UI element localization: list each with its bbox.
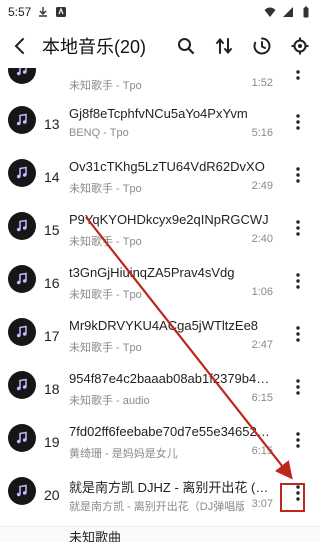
more-vert-icon[interactable]: [290, 68, 306, 84]
song-cover: [8, 212, 36, 240]
song-title: 就是南方凯 DJHZ - 离别开出花 (DJ...: [69, 480, 274, 495]
song-title: Ov31cTKhg5LzTU64VdR62DvXO: [69, 159, 265, 174]
more-vert-icon[interactable]: [290, 322, 306, 346]
download-icon: [37, 6, 49, 18]
song-duration: 3:07: [251, 498, 273, 510]
song-title: P9YqKYOHDkcyx9e2qINpRGCWJ: [69, 212, 269, 227]
more-vert-icon[interactable]: [290, 163, 306, 187]
annotation-highlight-box: [280, 483, 305, 512]
song-title: 954f87e4c2baaab08ab1f2379b45...: [69, 371, 274, 386]
song-number: 14: [44, 169, 60, 185]
wifi-icon: [264, 6, 276, 18]
song-cover: [8, 265, 36, 293]
song-title: Mr9kDRVYKU4ACga5jWTltzEe8: [69, 318, 259, 333]
song-number: 16: [44, 275, 60, 291]
song-artist: 未知歌手 - Tpo: [69, 289, 142, 301]
song-duration: 2:40: [251, 233, 273, 245]
page-title: 本地音乐(20): [42, 37, 147, 57]
song-number: 13: [44, 116, 60, 132]
song-artist: 未知歌手 - Tpo: [69, 183, 142, 195]
song-artist: 就是南方凯 - 离别开出花（DJ弹唱版）: [69, 501, 244, 513]
list-item[interactable]: 14 Ov31cTKhg5LzTU64VdR62DvXO 未知歌手 - Tpo …: [0, 151, 320, 207]
song-duration: 6:15: [251, 392, 273, 404]
song-duration: 1:52: [251, 77, 273, 89]
song-number: 17: [44, 328, 60, 344]
song-duration: 6:15: [251, 445, 273, 457]
song-title: 7fd02ff6feebabe70d7e55e34652a...: [69, 424, 274, 439]
song-number: 20: [44, 487, 60, 503]
song-duration: 1:06: [251, 286, 273, 298]
song-cover: [8, 477, 36, 505]
top-app-bar: 本地音乐(20): [0, 24, 320, 68]
more-vert-icon[interactable]: [290, 269, 306, 293]
status-bar: 5:57: [0, 0, 320, 24]
search-icon[interactable]: [174, 34, 198, 58]
song-number: 19: [44, 434, 60, 450]
locate-icon[interactable]: [288, 34, 312, 58]
song-duration: 2:49: [251, 180, 273, 192]
song-title: Gj8f8eTcphfvNCu5aYo4PxYvm: [69, 106, 248, 121]
battery-icon: [300, 6, 312, 18]
back-arrow-icon[interactable]: [8, 34, 32, 58]
sort-icon[interactable]: [212, 34, 236, 58]
song-number: 18: [44, 381, 60, 397]
song-number: 15: [44, 222, 60, 238]
more-vert-icon[interactable]: [290, 216, 306, 240]
song-artist: 未知歌手 - Tpo: [69, 80, 142, 92]
more-vert-icon[interactable]: [290, 428, 306, 452]
song-cover: [8, 68, 36, 84]
song-cover: [8, 424, 36, 452]
song-cover: [8, 371, 36, 399]
list-item[interactable]: 13 Gj8f8eTcphfvNCu5aYo4PxYvm BENQ - Tpo …: [0, 98, 320, 154]
list-item[interactable]: 20 就是南方凯 DJHZ - 离别开出花 (DJ... 就是南方凯 - 离别开…: [0, 469, 320, 525]
song-artist: 未知歌手 - audio: [69, 395, 150, 407]
cell-signal-icon: [282, 6, 294, 18]
list-item[interactable]: 15 P9YqKYOHDkcyx9e2qINpRGCWJ 未知歌手 - Tpo …: [0, 204, 320, 260]
song-cover: [8, 159, 36, 187]
song-cover: [8, 318, 36, 346]
song-title: t3GnGjHiuinqZA5Prav4sVdg: [69, 265, 235, 280]
more-vert-icon[interactable]: [290, 110, 306, 134]
song-artist: 未知歌手 - Tpo: [69, 342, 142, 354]
timer-icon[interactable]: [250, 34, 274, 58]
list-item[interactable]: 18 954f87e4c2baaab08ab1f2379b45... 未知歌手 …: [0, 363, 320, 419]
list-item[interactable]: 17 Mr9kDRVYKU4ACga5jWTltzEe8 未知歌手 - Tpo …: [0, 310, 320, 366]
more-vert-icon[interactable]: [290, 375, 306, 399]
next-list-item-peek[interactable]: 未知歌曲: [0, 526, 320, 542]
song-artist: BENQ - Tpo: [69, 127, 129, 139]
song-artist: 黄绮珊 - 是妈妈是女儿: [69, 448, 178, 460]
song-cover: [8, 106, 36, 134]
status-time: 5:57: [8, 5, 32, 19]
song-duration: 2:47: [251, 339, 273, 351]
app-notification-icon: [55, 6, 67, 18]
song-artist: 未知歌曲: [69, 530, 122, 542]
song-artist: 未知歌手 - Tpo: [69, 236, 142, 248]
list-item[interactable]: 16 t3GnGjHiuinqZA5Prav4sVdg 未知歌手 - Tpo 1…: [0, 257, 320, 313]
list-item[interactable]: 19 7fd02ff6feebabe70d7e55e34652a... 黄绮珊 …: [0, 416, 320, 472]
song-duration: 5:16: [251, 127, 273, 139]
song-list: 未知歌手 - Tpo 1:52 13 Gj8f8eTcphfvNCu5aYo4P…: [0, 68, 320, 542]
